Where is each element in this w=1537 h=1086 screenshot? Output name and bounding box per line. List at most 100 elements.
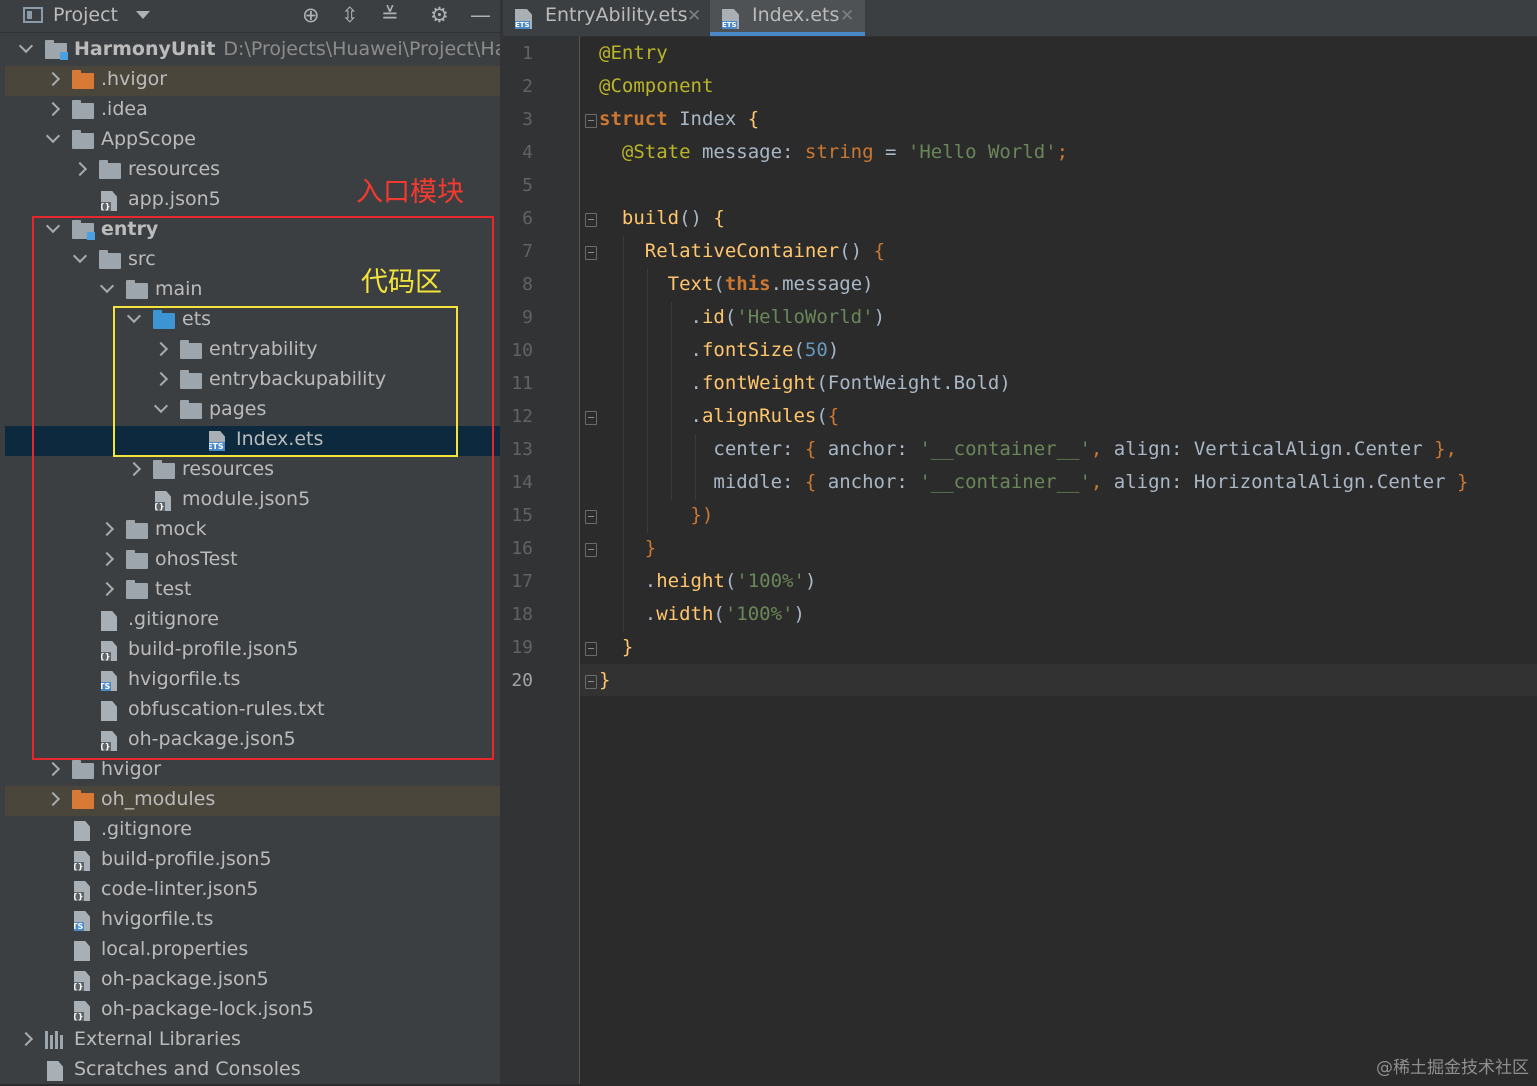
tree-item-label: Scratches and Consoles	[74, 1058, 301, 1080]
fold-marker-icon[interactable]	[585, 114, 597, 128]
line-number: 20	[511, 670, 533, 691]
locate-icon[interactable]: ⊕	[302, 3, 320, 27]
code-line[interactable]: center: { anchor: '__container__', align…	[599, 438, 1457, 471]
tree-item[interactable]: .gitignore	[5, 816, 500, 846]
code-line[interactable]: @Component	[599, 75, 713, 108]
tree-item[interactable]: {} code-linter.json5	[5, 876, 500, 906]
code-line[interactable]: .fontWeight(FontWeight.Bold)	[599, 372, 1011, 405]
tree-item[interactable]: TS hvigorfile.ts	[5, 906, 500, 936]
close-icon[interactable]: ✕	[687, 6, 701, 26]
project-panel-header: Project ⊕ ⇳ ≚ ⚙ —	[0, 0, 500, 33]
fold-marker-icon[interactable]	[585, 642, 597, 656]
code-line[interactable]: .fontSize(50)	[599, 339, 840, 372]
chevron-right-icon[interactable]	[45, 791, 61, 807]
code-line[interactable]: .id('HelloWorld')	[599, 306, 886, 339]
collapse-all-icon[interactable]: ≚	[381, 3, 399, 27]
tree-item-label: hvigorfile.ts	[101, 908, 214, 930]
code-line[interactable]: @Entry	[599, 42, 668, 75]
code-line[interactable]: })	[599, 504, 714, 537]
folder-icon	[72, 70, 94, 89]
ts-file-icon: TS	[74, 911, 90, 931]
tab-entryability[interactable]: ETS EntryAbility.ets ✕	[503, 0, 708, 36]
expand-all-icon[interactable]: ⇳	[341, 3, 359, 27]
tree-item[interactable]: {} oh-package-lock.json5	[5, 996, 500, 1026]
tree-item-label: app.json5	[128, 188, 221, 210]
code-line[interactable]: middle: { anchor: '__container__', align…	[599, 471, 1468, 504]
tree-item[interactable]: local.properties	[5, 936, 500, 966]
tree-item[interactable]: {} build-profile.json5	[5, 846, 500, 876]
tree-item-label: build-profile.json5	[101, 848, 272, 870]
line-number: 2	[522, 76, 533, 97]
code-line[interactable]: RelativeContainer() {	[599, 240, 885, 273]
tree-item[interactable]: HarmonyUnit D:\Projects\Huawei\Project\Ha…	[5, 36, 544, 66]
fold-marker-icon[interactable]	[585, 675, 597, 689]
chevron-down-icon[interactable]	[18, 38, 34, 54]
chevron-right-icon[interactable]	[72, 161, 88, 177]
line-number: 17	[511, 571, 533, 592]
chevron-down-icon[interactable]	[45, 128, 61, 144]
chevron-right-icon[interactable]	[45, 101, 61, 117]
tree-item-label: External Libraries	[74, 1028, 241, 1050]
tab-index[interactable]: ETS Index.ets ✕	[710, 0, 865, 36]
project-view-selector[interactable]: Project	[53, 4, 118, 26]
tree-item-label: oh_modules	[101, 788, 216, 810]
fold-marker-icon[interactable]	[585, 543, 597, 557]
code-area-annotation: 代码区	[361, 267, 442, 298]
tree-item[interactable]: Scratches and Consoles	[5, 1056, 500, 1086]
folder-icon	[72, 760, 94, 779]
tree-item[interactable]: External Libraries	[5, 1026, 500, 1056]
scratch-icon	[47, 1061, 63, 1081]
chevron-down-icon[interactable]	[136, 11, 150, 19]
code-line[interactable]: @State message: string = 'Hello World';	[599, 141, 1068, 174]
code-line[interactable]: }	[599, 669, 610, 702]
file-icon	[74, 821, 90, 841]
line-number: 15	[511, 505, 533, 526]
close-icon[interactable]: ✕	[840, 6, 854, 26]
tree-item[interactable]: .hvigor	[5, 66, 500, 96]
code-editor: ETS EntryAbility.ets ✕ ETS Index.ets ✕ 1…	[503, 0, 1537, 1084]
indent-guide	[671, 302, 672, 500]
line-number: 7	[522, 241, 533, 262]
line-number-gutter: 1 2 3 4 5 6 7 8 9 10 11 12 13 14 15 16 17 18 19 20	[503, 36, 580, 1084]
fold-marker-icon[interactable]	[585, 510, 597, 524]
tree-item[interactable]: .idea	[5, 96, 500, 126]
indent-guide	[647, 269, 648, 533]
tree-item[interactable]: hvigor	[5, 756, 500, 786]
indent-guide	[695, 434, 696, 500]
fold-marker-icon[interactable]	[585, 246, 597, 260]
editor-tab-bar: ETS EntryAbility.ets ✕ ETS Index.ets ✕	[503, 0, 1537, 37]
tree-item-label: .gitignore	[101, 818, 192, 840]
code-line[interactable]: }	[599, 537, 656, 570]
line-number: 12	[511, 406, 533, 427]
code-line[interactable]: .alignRules({	[599, 405, 840, 438]
fold-marker-icon[interactable]	[585, 213, 597, 227]
code-line[interactable]: build() {	[599, 207, 725, 240]
line-number: 9	[522, 307, 533, 328]
indent-guide	[623, 236, 624, 632]
line-number: 6	[522, 208, 533, 229]
code-line[interactable]: }	[599, 636, 633, 669]
gear-icon[interactable]: ⚙	[430, 3, 449, 27]
code-line[interactable]: struct Index {	[599, 108, 759, 141]
fold-marker-icon[interactable]	[585, 411, 597, 425]
module-folder-icon	[45, 40, 68, 60]
entry-module-annotation: 入口模块	[356, 177, 464, 208]
tree-item[interactable]: {} oh-package.json5	[5, 966, 500, 996]
tree-item[interactable]: AppScope	[5, 126, 500, 156]
tree-item-label: HarmonyUnit D:\Projects\Huawei\Project\Ha…	[74, 38, 544, 60]
tree-item-label: resources	[128, 158, 221, 180]
tree-item-label: .hvigor	[101, 68, 168, 90]
chevron-right-icon[interactable]	[45, 761, 61, 777]
code-line[interactable]: Text(this.message)	[599, 273, 874, 306]
folder-icon	[72, 130, 94, 149]
ets-file-icon: ETS	[722, 9, 739, 29]
code-line[interactable]: .height('100%')	[599, 570, 817, 603]
hide-icon[interactable]: —	[470, 3, 491, 27]
tab-label: EntryAbility.ets	[545, 4, 688, 26]
tree-item[interactable]: oh_modules	[5, 786, 500, 816]
chevron-right-icon[interactable]	[18, 1031, 34, 1047]
json-file-icon: {}	[74, 851, 90, 871]
line-number: 8	[522, 274, 533, 295]
chevron-right-icon[interactable]	[45, 71, 61, 87]
code-line[interactable]: .width('100%')	[599, 603, 805, 636]
